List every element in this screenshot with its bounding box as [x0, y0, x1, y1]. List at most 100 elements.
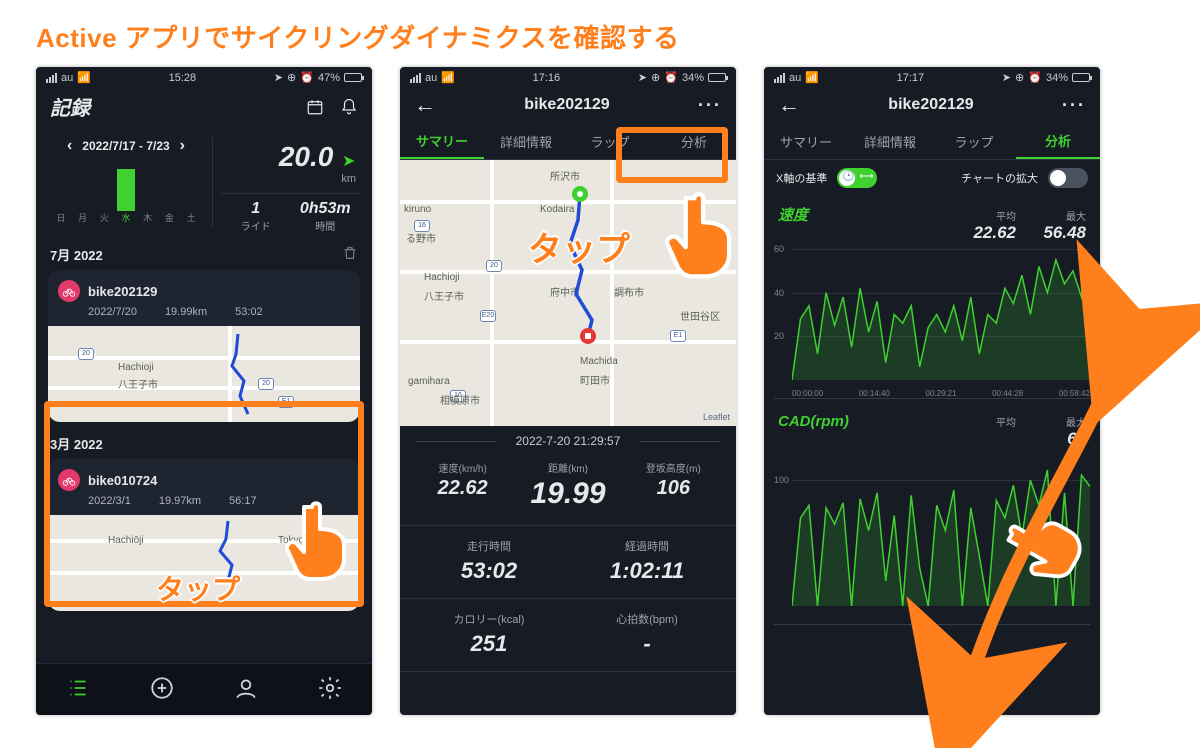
tab-analysis[interactable]: 分析 [652, 124, 736, 159]
elevation-value: 106 [621, 477, 726, 500]
max-label: 最大 [1016, 208, 1086, 223]
battery-icon [708, 73, 726, 82]
screen-title: bike202129 [888, 96, 973, 114]
carrier-label: au [789, 72, 801, 84]
weekday-label: 日 [52, 211, 70, 224]
chart-zoom-toggle[interactable] [1048, 168, 1088, 188]
speed-chart[interactable]: 20406000:00:0000:14:4000:29:2100:44:2800… [774, 249, 1090, 399]
battery-pct: 34% [1046, 72, 1068, 84]
ride-map-thumb: 20 20 E1 Hachioji 八王子市 [48, 326, 360, 422]
annotation-tap-label: タップ [156, 568, 240, 608]
ride-distance: 19.99km [165, 306, 207, 318]
nav-list-icon[interactable] [65, 675, 91, 704]
tab-laps[interactable]: ラップ [568, 124, 652, 159]
rides-count-value: 1 [221, 200, 291, 218]
stats-row-misc: カロリー(kcal) 251 心拍数(bpm) - [400, 599, 736, 672]
month-heading: 7月 2022 [50, 245, 103, 264]
screenshot-analysis: au 📶 17:17 ➤⊕⏰ 34% ← bike202129 ··· サマリー… [764, 67, 1100, 715]
ride-card[interactable]: bike202129 2022/7/20 19.99km 53:02 20 20… [48, 270, 360, 422]
speed-value: 22.62 [410, 477, 515, 500]
nav-profile-icon[interactable] [233, 675, 259, 704]
screen-title: bike202129 [524, 96, 609, 114]
weekday-label: 木 [139, 211, 157, 224]
signal-icon [46, 73, 57, 83]
rides-count-label: ライド [221, 218, 291, 233]
carrier-label: au [61, 72, 73, 84]
annotation-tap-hand-icon [284, 497, 354, 581]
status-time: 15:28 [169, 72, 197, 84]
elapsed-time-value: 1:02:11 [568, 558, 726, 584]
screen-title: 記録 [50, 92, 90, 121]
ride-timestamp: 2022-7-20 21:29:57 [400, 426, 736, 456]
more-menu-button[interactable]: ··· [698, 95, 722, 116]
weekday-label: 水 [117, 211, 135, 224]
tab-bar: サマリー 詳細情報 ラップ 分析 [764, 124, 1100, 160]
bottom-nav [36, 663, 372, 715]
speed-avg-value: 22.62 [946, 223, 1016, 243]
trash-icon[interactable] [342, 245, 358, 264]
back-button[interactable]: ← [778, 92, 800, 118]
tab-bar: サマリー 詳細情報 ラップ 分析 [400, 124, 736, 160]
month-heading: 3月 2022 [50, 434, 103, 453]
alarm-icon: ⏰ [300, 71, 314, 84]
ride-duration: 53:02 [235, 306, 263, 318]
speed-label: 速度(km/h) [410, 460, 515, 475]
date-range-label: 2022/7/17 - 7/23 [82, 139, 169, 153]
chart-zoom-label: チャートの拡大 [961, 170, 1038, 186]
ride-date: 2022/7/20 [88, 306, 137, 318]
prev-week-button[interactable]: ‹ [67, 137, 72, 155]
page-title: Active アプリでサイクリングダイナミクスを確認する [0, 0, 1200, 55]
status-bar: au 📶 15:28 ➤ ⊕ ⏰ 47% [36, 67, 372, 84]
back-button[interactable]: ← [414, 92, 436, 118]
tab-details[interactable]: 詳細情報 [848, 124, 932, 159]
chart-title-speed: 速度 [778, 204, 946, 225]
nav-settings-icon[interactable] [317, 675, 343, 704]
status-bar: au 📶 17:17 ➤⊕⏰ 34% [764, 67, 1100, 84]
screenshot-records: au 📶 15:28 ➤ ⊕ ⏰ 47% 記録 ‹ 2022/7/17 - 7/… [36, 67, 372, 715]
tab-summary[interactable]: サマリー [400, 124, 484, 159]
more-menu-button[interactable]: ··· [1062, 95, 1086, 116]
weekday-label: 火 [95, 211, 113, 224]
weekly-bar-chart [46, 155, 206, 211]
elapsed-time-label: 経過時間 [568, 538, 726, 554]
signal-icon [410, 73, 421, 83]
battery-icon [1072, 73, 1090, 82]
distance-label: 距離(km) [515, 460, 620, 475]
map-attribution: Leaflet [703, 412, 730, 422]
tab-details[interactable]: 詳細情報 [484, 124, 568, 159]
distance-unit: km [341, 173, 356, 185]
status-time: 17:16 [533, 72, 561, 84]
moving-time-label: 走行時間 [410, 538, 568, 554]
weekday-label: 金 [161, 211, 179, 224]
total-distance-value: 20.0 [279, 141, 334, 173]
ride-distance: 19.97km [159, 495, 201, 507]
x-axis-basis-label: X軸の基準 [776, 170, 827, 186]
wifi-icon: 📶 [77, 71, 91, 84]
wifi-icon: 📶 [805, 71, 819, 84]
annotation-tap-hand-icon [664, 187, 736, 279]
distance-value: 19.99 [515, 477, 620, 511]
hr-label: 心拍数(bpm) [568, 611, 726, 627]
cad-max-value: 64 [1016, 429, 1086, 449]
bike-icon [58, 280, 80, 302]
wifi-icon: 📶 [441, 71, 455, 84]
hr-value: - [568, 631, 726, 657]
tab-laps[interactable]: ラップ [932, 124, 1016, 159]
nav-add-icon[interactable] [149, 675, 175, 704]
battery-pct: 34% [682, 72, 704, 84]
status-time: 17:17 [897, 72, 925, 84]
weekday-label: 月 [74, 211, 92, 224]
annotation-tap-label: タップ [528, 222, 630, 271]
stats-row-top: 速度(km/h) 22.62 距離(km) 19.99 登坂高度(m) 106 [400, 456, 736, 526]
tab-summary[interactable]: サマリー [764, 124, 848, 159]
calendar-icon[interactable] [306, 98, 324, 116]
route-end-pin-icon [580, 328, 596, 344]
next-week-button[interactable]: › [180, 137, 185, 155]
bell-icon[interactable] [340, 98, 358, 116]
ride-title: bike202129 [88, 284, 157, 299]
battery-pct: 47% [318, 72, 340, 84]
carrier-label: au [425, 72, 437, 84]
moving-time-value: 53:02 [410, 558, 568, 584]
tab-analysis[interactable]: 分析 [1016, 124, 1100, 159]
x-axis-basis-toggle[interactable]: 🕑⟷ [837, 168, 877, 188]
